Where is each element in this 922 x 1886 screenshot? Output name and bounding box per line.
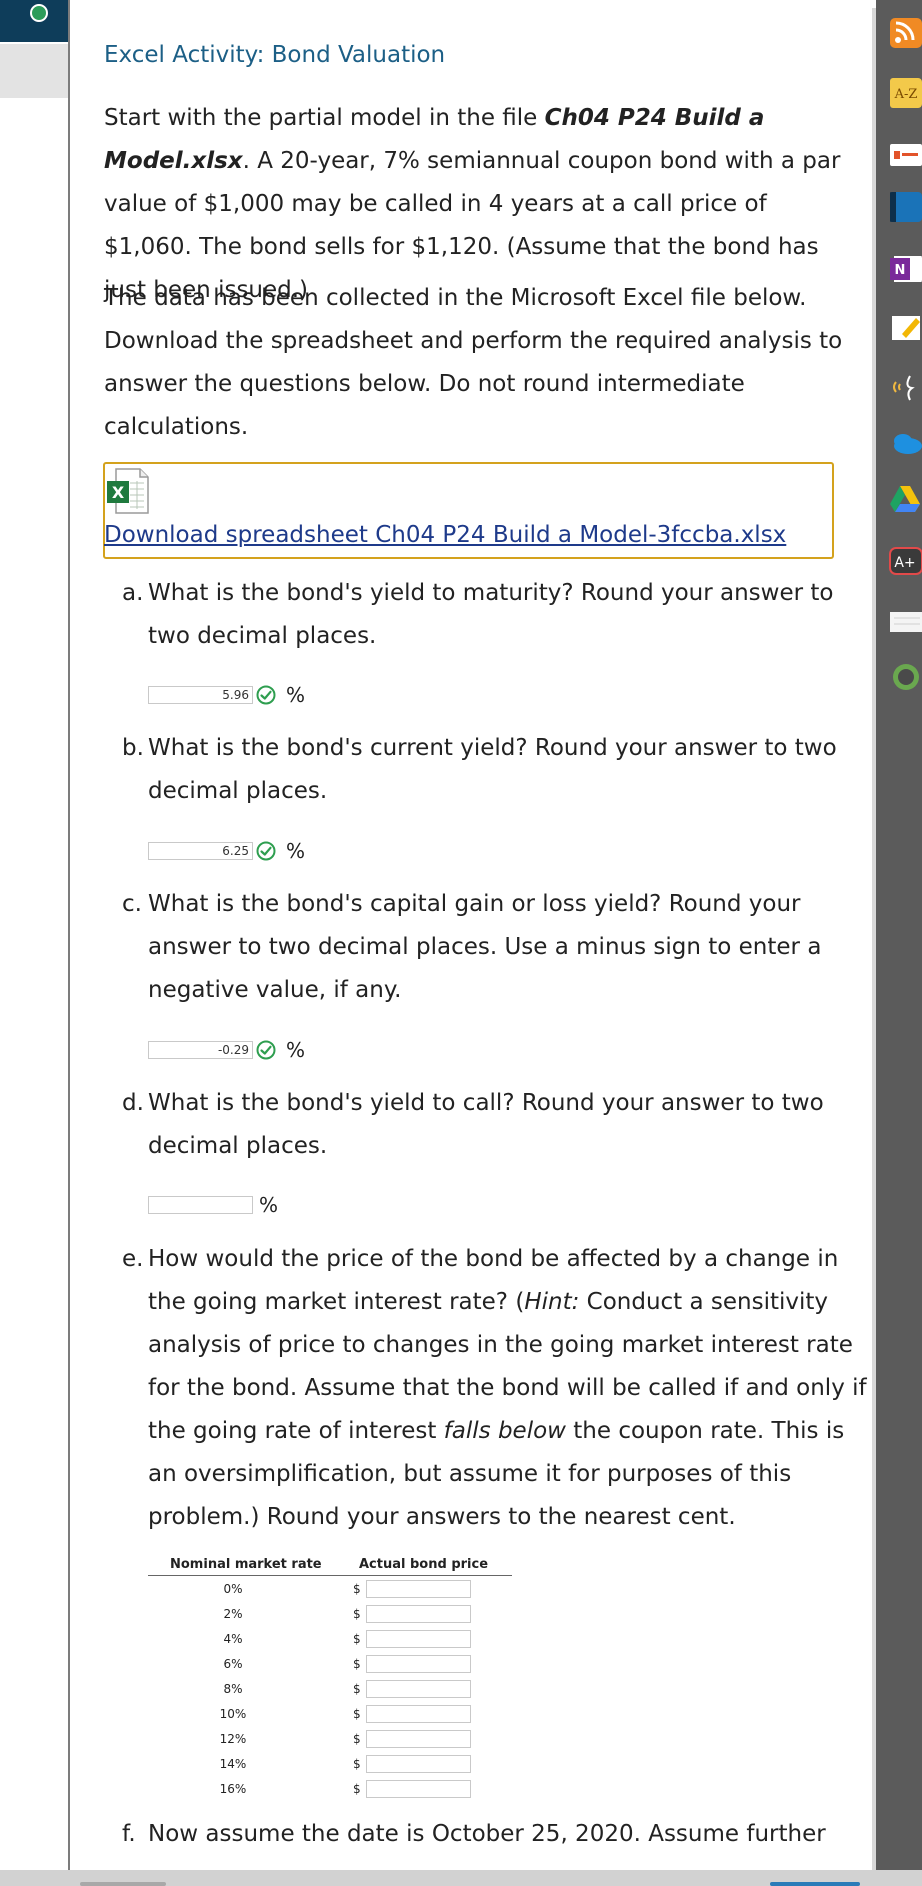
left-panel-item[interactable] <box>0 44 68 98</box>
question-text: Now assume the date is October 25, 2020.… <box>148 1821 826 1847</box>
hint-label: Hint: <box>524 1289 580 1315</box>
bond-price-input[interactable] <box>366 1655 471 1673</box>
table-row: 6% $ <box>148 1651 512 1676</box>
bottom-scroll-thumb[interactable] <box>80 1882 166 1886</box>
google-drive-icon[interactable] <box>888 484 922 514</box>
table-row: 0% $ <box>148 1576 512 1601</box>
left-panel-header[interactable] <box>0 0 68 42</box>
rate-cell: 6% <box>223 1657 243 1671</box>
check-icon <box>256 685 276 705</box>
activity-content: Excel Activity: Bond Valuation Start wit… <box>70 0 872 1870</box>
column-header-price: Actual bond price <box>359 1557 489 1572</box>
answer-b-input[interactable]: 6.25 <box>148 842 253 860</box>
percent-unit: % <box>259 1193 279 1217</box>
currency-symbol: $ <box>353 1732 361 1746</box>
notepad-icon[interactable] <box>888 606 922 636</box>
office-icon[interactable] <box>888 140 922 170</box>
question-text: What is the bond's current yield? Round … <box>148 735 837 804</box>
status-badge-icon <box>30 4 48 22</box>
answer-a: 5.96 % <box>148 683 306 707</box>
table-row: 16% $ <box>148 1776 512 1801</box>
currency-symbol: $ <box>353 1657 361 1671</box>
answer-d: % <box>148 1193 279 1217</box>
question-text: How would the price of the bond be affec… <box>148 1238 868 1539</box>
bond-price-input[interactable] <box>366 1630 471 1648</box>
rate-cell: 12% <box>219 1732 247 1746</box>
app-dock: A-Z N A+ <box>876 0 922 1870</box>
circle-app-icon[interactable] <box>888 662 922 692</box>
currency-symbol: $ <box>353 1607 361 1621</box>
bottom-action-handle[interactable] <box>770 1882 860 1886</box>
bond-price-input[interactable] <box>366 1780 471 1798</box>
audio-icon[interactable] <box>888 372 922 402</box>
download-spreadsheet-link[interactable]: Download spreadsheet Ch04 P24 Build a Mo… <box>104 522 786 548</box>
question-label: d. <box>122 1090 144 1116</box>
column-header-rate: Nominal market rate <box>170 1557 322 1572</box>
question-label: c. <box>122 891 142 917</box>
bond-price-input[interactable] <box>366 1705 471 1723</box>
currency-symbol: $ <box>353 1632 361 1646</box>
currency-symbol: $ <box>353 1707 361 1721</box>
rate-cell: 16% <box>219 1782 247 1796</box>
rate-cell: 8% <box>223 1682 243 1696</box>
bond-price-input[interactable] <box>366 1580 471 1598</box>
svg-text:A-Z: A-Z <box>894 87 918 102</box>
answer-b: 6.25 % <box>148 839 306 863</box>
az-dictionary-icon[interactable]: A-Z <box>888 78 922 108</box>
bond-price-input[interactable] <box>366 1730 471 1748</box>
currency-symbol: $ <box>353 1682 361 1696</box>
answer-d-input[interactable] <box>148 1196 253 1214</box>
rate-cell: 10% <box>219 1707 247 1721</box>
answer-c-input[interactable]: -0.29 <box>148 1041 253 1059</box>
table-row: 14% $ <box>148 1751 512 1776</box>
table-row: 8% $ <box>148 1676 512 1701</box>
bond-price-input[interactable] <box>366 1680 471 1698</box>
book-icon[interactable] <box>888 192 922 222</box>
percent-unit: % <box>286 1038 306 1062</box>
rate-cell: 14% <box>219 1757 247 1771</box>
rate-cell: 4% <box>223 1632 243 1646</box>
table-row: 12% $ <box>148 1726 512 1751</box>
page-title: Excel Activity: Bond Valuation <box>104 42 446 68</box>
svg-text:A+: A+ <box>894 555 915 571</box>
currency-symbol: $ <box>353 1757 361 1771</box>
percent-unit: % <box>286 839 306 863</box>
excel-file-icon[interactable]: X <box>106 467 150 515</box>
left-panel <box>0 0 68 1886</box>
question-label: e. <box>122 1246 144 1272</box>
answer-c: -0.29 % <box>148 1038 306 1062</box>
answer-a-input[interactable]: 5.96 <box>148 686 253 704</box>
table-row: 4% $ <box>148 1626 512 1651</box>
rate-cell: 0% <box>223 1582 243 1596</box>
svg-text:X: X <box>112 483 125 502</box>
sticky-note-icon[interactable] <box>888 312 922 342</box>
currency-symbol: $ <box>353 1582 361 1596</box>
table-row: 10% $ <box>148 1701 512 1726</box>
table-row: 2% $ <box>148 1601 512 1626</box>
percent-unit: % <box>286 683 306 707</box>
table-header: Nominal market rate Actual bond price <box>148 1551 512 1576</box>
bond-price-input[interactable] <box>366 1605 471 1623</box>
sensitivity-table: Nominal market rate Actual bond price 0%… <box>148 1551 512 1801</box>
question-text: What is the bond's yield to call? Round … <box>148 1090 824 1159</box>
check-icon <box>256 1040 276 1060</box>
onedrive-icon[interactable] <box>888 428 922 458</box>
onenote-icon[interactable]: N <box>888 254 922 284</box>
bond-price-input[interactable] <box>366 1755 471 1773</box>
svg-text:N: N <box>895 263 906 278</box>
grade-icon[interactable]: A+ <box>888 546 922 576</box>
question-label: a. <box>122 580 144 606</box>
rss-icon[interactable] <box>888 18 922 48</box>
data-note: The data has been collected in the Micro… <box>104 285 843 440</box>
check-icon <box>256 841 276 861</box>
bottom-scrollbar[interactable] <box>0 1870 922 1886</box>
currency-symbol: $ <box>353 1782 361 1796</box>
question-label: b. <box>122 735 144 761</box>
question-text: What is the bond's yield to maturity? Ro… <box>148 580 834 649</box>
question-label: f. <box>122 1821 136 1847</box>
rate-cell: 2% <box>223 1607 243 1621</box>
question-e-emphasis: falls below <box>443 1418 566 1444</box>
intro-prefix: Start with the partial model in the file <box>104 105 545 131</box>
question-text: What is the bond's capital gain or loss … <box>148 891 822 1003</box>
